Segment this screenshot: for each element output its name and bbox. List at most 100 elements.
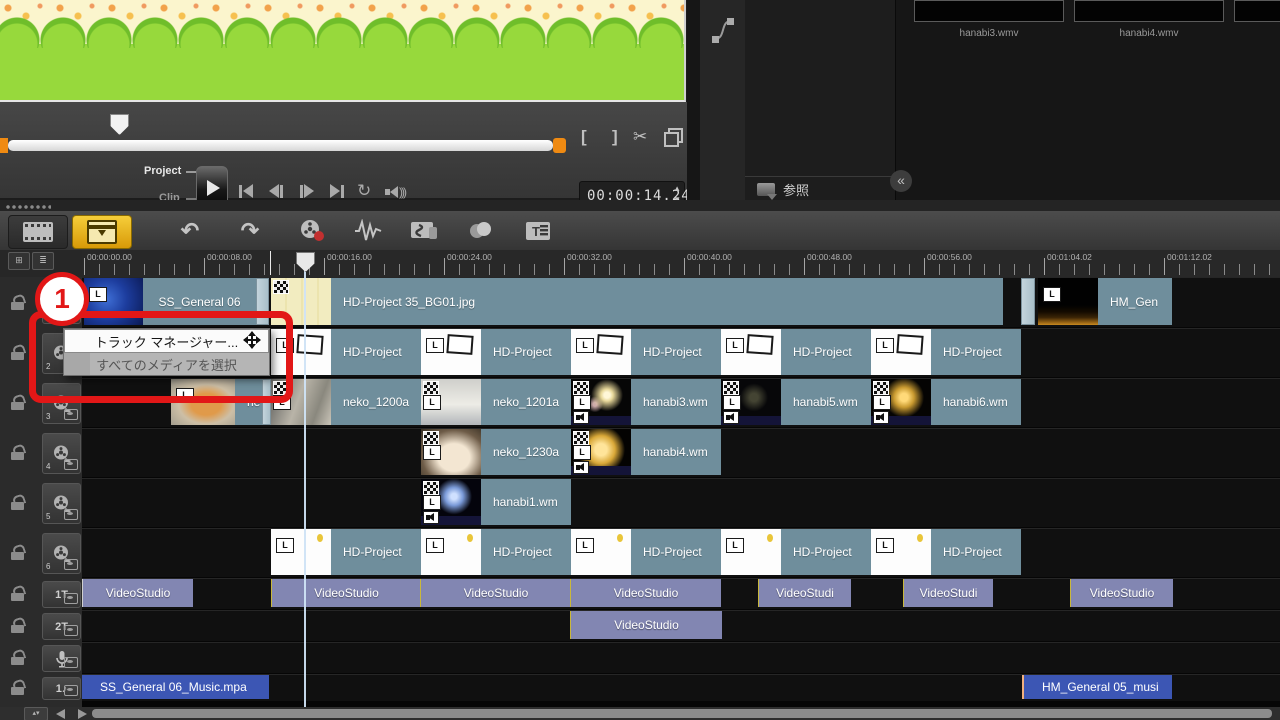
timeline-clip[interactable]: HD-Project: [781, 329, 871, 375]
title-clip[interactable]: VideoStudio: [570, 611, 722, 639]
clip-thumbnail[interactable]: L: [421, 379, 481, 425]
timeline-clip[interactable]: neko_1200a: [331, 379, 421, 425]
clip-thumbnail[interactable]: L: [721, 529, 781, 575]
volume-button[interactable]: ))): [385, 185, 405, 199]
insert-track-button[interactable]: ⊞: [8, 252, 30, 270]
timeline-clip[interactable]: neko_1230a: [481, 429, 571, 475]
overlay-track-4-lock-icon[interactable]: [11, 445, 25, 460]
music-clip[interactable]: HM_General 05_musi: [1022, 675, 1172, 699]
scrollbar-thumb[interactable]: [92, 709, 1272, 718]
title-track-2-lock-icon[interactable]: [11, 618, 25, 633]
seek-playhead[interactable]: [110, 114, 129, 135]
library-thumbnail[interactable]: [914, 0, 1064, 22]
clip-thumbnail[interactable]: L: [421, 529, 481, 575]
timeline-clip[interactable]: HD-Project: [631, 329, 721, 375]
fit-timeline-button[interactable]: ▴▾: [24, 707, 48, 720]
timeline-view-button[interactable]: [72, 215, 132, 249]
trim-end-handle[interactable]: [553, 138, 566, 153]
timeline-clip[interactable]: hanabi4.wm: [631, 429, 721, 475]
seek-bar[interactable]: [8, 140, 553, 151]
clip-thumbnail[interactable]: L: [871, 329, 931, 375]
record-capture-button[interactable]: [290, 215, 334, 247]
clip-thumbnail[interactable]: L: [871, 529, 931, 575]
clip-thumbnail[interactable]: L: [571, 429, 631, 475]
split-clip-button[interactable]: ✂: [633, 127, 647, 147]
overlay-track-5-header-button[interactable]: 5: [42, 483, 81, 524]
panel-resize-handle[interactable]: [5, 205, 51, 209]
clip-thumbnail[interactable]: L: [271, 529, 331, 575]
library-item[interactable]: [1234, 0, 1280, 28]
clip-thumbnail[interactable]: L: [571, 329, 631, 375]
clip-thumbnail[interactable]: L: [421, 479, 481, 525]
title-track-1-header-button[interactable]: 1T: [42, 581, 81, 608]
title-clip[interactable]: VideoStudio: [420, 579, 571, 607]
project-mode-label[interactable]: Project: [144, 165, 181, 177]
redo-button[interactable]: ↷: [228, 215, 272, 247]
title-clip[interactable]: VideoStudio: [82, 579, 193, 607]
overlay-options-button[interactable]: [458, 215, 502, 247]
timeline-clip[interactable]: hanabi1.wm: [481, 479, 571, 525]
timeline-clip[interactable]: HD-Project: [331, 329, 421, 375]
title-clip[interactable]: VideoStudi: [903, 579, 993, 607]
title-track-1-lock-icon[interactable]: [11, 586, 25, 601]
timeline-clip[interactable]: hanabi5.wm: [781, 379, 871, 425]
track-list-button[interactable]: ≣: [32, 252, 54, 270]
clip-thumbnail[interactable]: L: [421, 429, 481, 475]
repeat-button[interactable]: ↻: [357, 183, 371, 199]
timeline-clip[interactable]: HD-Project: [631, 529, 721, 575]
previous-frame-button[interactable]: [269, 183, 283, 199]
music-clip[interactable]: SS_General 06_Music.mpa: [82, 675, 269, 699]
timeline-clip[interactable]: HD-Project 35_BG01.jpg: [331, 278, 1003, 325]
overlay-track-6-lock-icon[interactable]: [11, 545, 25, 560]
enlarge-preview-button[interactable]: [664, 128, 682, 146]
timeline-clip[interactable]: HD-Project: [331, 529, 421, 575]
scroll-left-arrow[interactable]: [56, 709, 65, 719]
title-clip[interactable]: VideoStudio: [271, 579, 421, 607]
storyboard-view-button[interactable]: [8, 215, 68, 249]
timeline-clip[interactable]: hanabi3.wm: [631, 379, 721, 425]
instant-project-button[interactable]: [402, 215, 446, 247]
library-item[interactable]: hanabi3.wmv: [914, 0, 1064, 39]
overlay-track-6-header-button[interactable]: 6: [42, 533, 81, 574]
undo-button[interactable]: ↶: [168, 215, 212, 247]
browse-button[interactable]: 参照: [757, 180, 809, 199]
clip-thumbnail[interactable]: L: [1038, 278, 1098, 325]
timeline-clip[interactable]: HD-Project: [481, 529, 571, 575]
timeline-clip[interactable]: hanabi6.wm: [931, 379, 1021, 425]
overlay-track-2-lock-icon[interactable]: [11, 345, 25, 360]
voice-track-lock-icon[interactable]: [11, 650, 25, 665]
scroll-right-arrow[interactable]: [78, 709, 87, 719]
path-tool-icon[interactable]: [710, 14, 736, 51]
go-to-end-button[interactable]: [330, 183, 344, 199]
title-clip[interactable]: VideoStudi: [758, 579, 851, 607]
overlay-track-3-lock-icon[interactable]: [11, 395, 25, 410]
voice-track-header-button[interactable]: [42, 645, 81, 672]
timeline-clip[interactable]: HD-Project: [931, 529, 1021, 575]
timeline-clip[interactable]: HD-Project: [481, 329, 571, 375]
title-clip[interactable]: VideoStudio: [1070, 579, 1173, 607]
title-track-2-header-button[interactable]: 2T: [42, 613, 81, 640]
video-track-1-lock-icon[interactable]: [11, 295, 25, 310]
music-track-header-button[interactable]: 1♪: [42, 677, 81, 700]
trim-start-handle[interactable]: [0, 138, 8, 153]
overlay-track-5-lock-icon[interactable]: [11, 495, 25, 510]
timeline-clip[interactable]: HD-Project: [931, 329, 1021, 375]
timeline-clip[interactable]: HM_Gen: [1098, 278, 1172, 325]
timeline-ruler[interactable]: 00:00:00.0000:00:08.0000:00:16.0000:00:2…: [82, 250, 1280, 277]
subtitle-options-button[interactable]: T: [516, 215, 560, 247]
clip-thumbnail[interactable]: L: [571, 529, 631, 575]
music-track-lock-icon[interactable]: [11, 680, 25, 695]
clip-thumbnail[interactable]: L: [721, 329, 781, 375]
timeline-clip[interactable]: neko_1201a: [481, 379, 571, 425]
clip-thumbnail[interactable]: L: [721, 379, 781, 425]
library-thumbnail[interactable]: [1234, 0, 1280, 22]
mark-in-button[interactable]: [: [581, 127, 587, 147]
timeline-clip[interactable]: HD-Project: [781, 529, 871, 575]
title-clip[interactable]: VideoStudio: [570, 579, 721, 607]
mark-out-button[interactable]: ]: [612, 127, 618, 147]
library-item[interactable]: hanabi4.wmv: [1074, 0, 1224, 39]
overlay-track-4-header-button[interactable]: 4: [42, 433, 81, 474]
go-to-start-button[interactable]: [239, 183, 253, 199]
clip-thumbnail[interactable]: L: [421, 329, 481, 375]
sound-mixer-button[interactable]: [346, 215, 390, 247]
